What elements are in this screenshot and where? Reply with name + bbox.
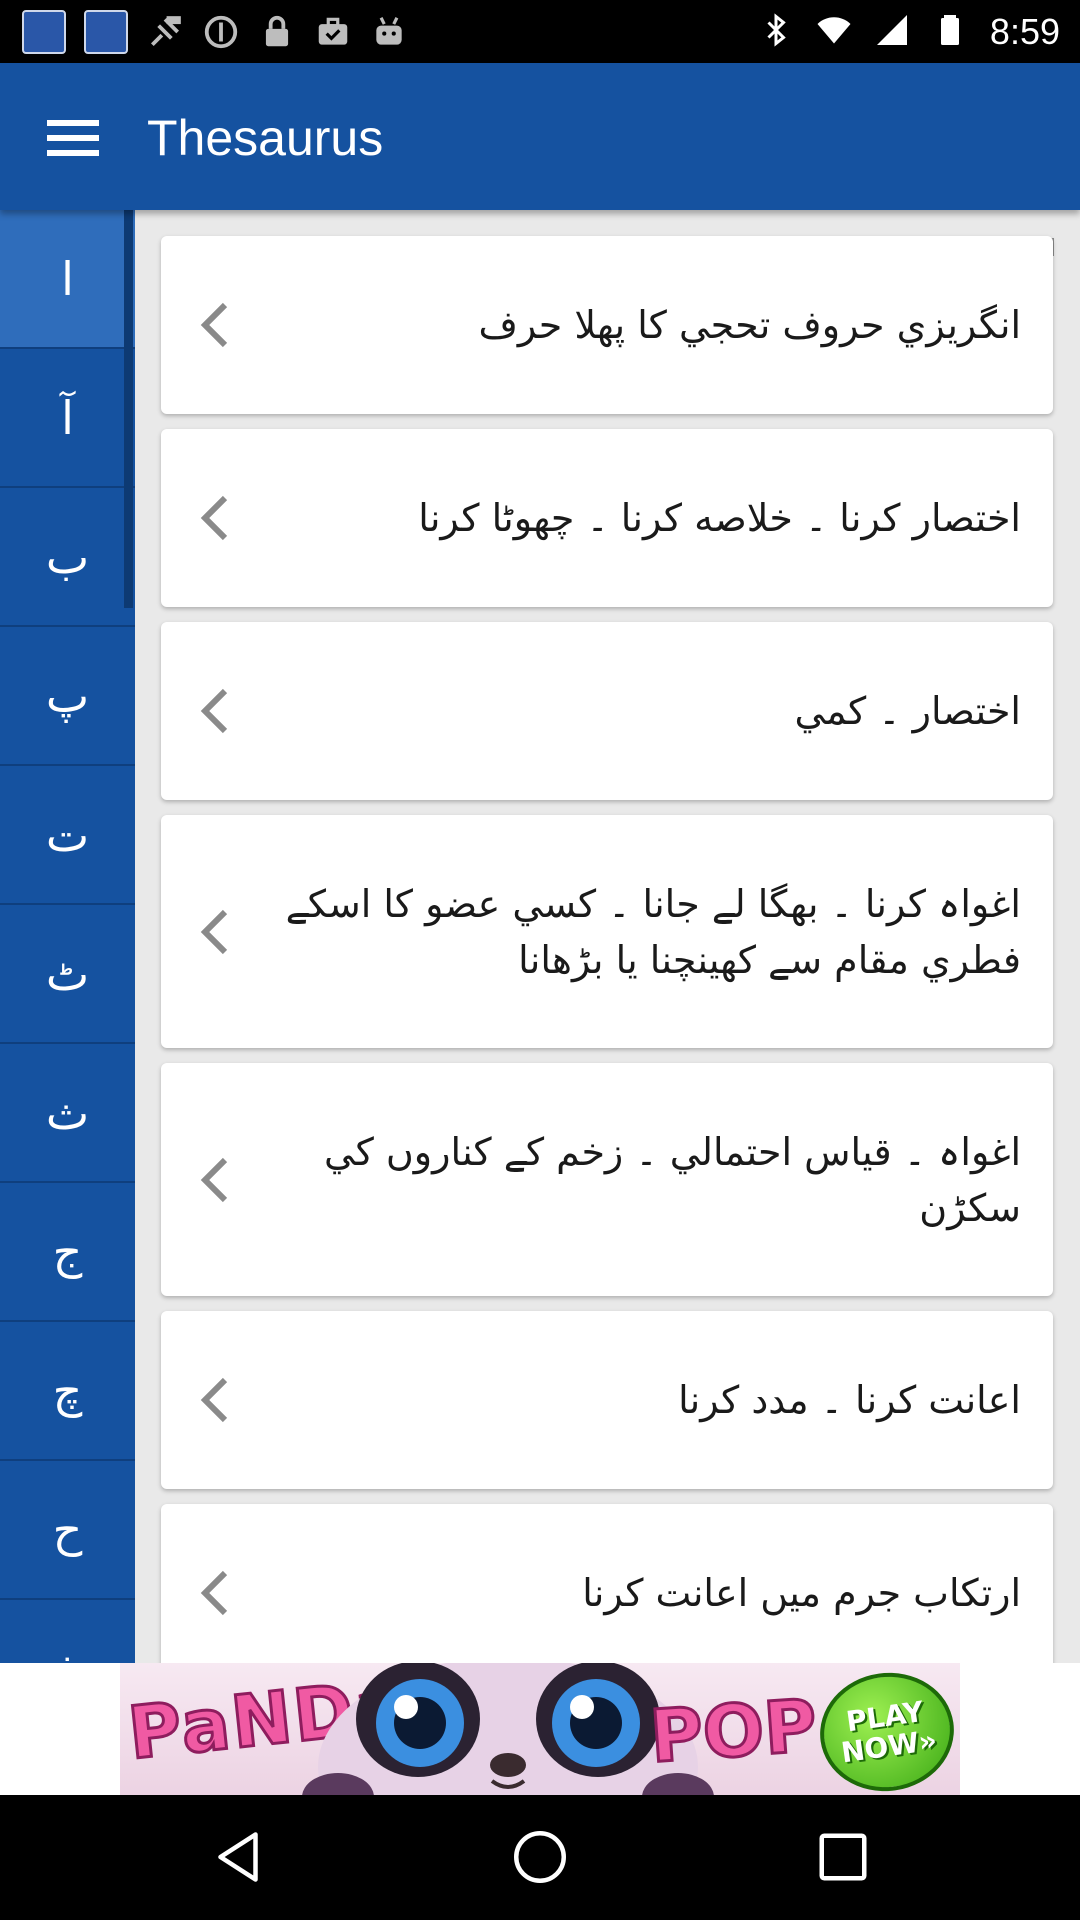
menu-icon xyxy=(46,120,99,156)
letter-item-alif[interactable]: ا xyxy=(0,210,135,349)
wifi-icon xyxy=(816,12,852,52)
entry-card[interactable]: انگريزي حروف تحجي کا پهلا حرف xyxy=(161,236,1053,414)
letter-item-tte[interactable]: ٹ xyxy=(0,905,135,1044)
entry-text: اعانت کرنا ۔ مدد کرنا xyxy=(678,1378,1021,1422)
dictionary-app-icon xyxy=(22,9,66,54)
letter-item-che[interactable]: چ xyxy=(0,1322,135,1461)
chevron-left-icon xyxy=(195,902,235,962)
entry-text: اغواہ کرنا ۔ بھگا لے جانا ۔ کسي عضو کا ا… xyxy=(285,881,1021,982)
ad-area: PaNDa POP PLAY NOW» xyxy=(0,1663,1080,1795)
bluetooth-icon xyxy=(758,12,794,52)
battery-icon xyxy=(932,12,968,52)
entry-text: اختصار ۔ کمي xyxy=(794,689,1021,733)
chevron-left-icon xyxy=(195,295,235,355)
entry-card[interactable]: اغواہ ۔ قياس احتمالي ۔ زخم کے کناروں کي … xyxy=(161,1063,1053,1296)
ad-title-right: POP xyxy=(646,1682,821,1780)
signal-icon xyxy=(874,12,910,52)
notification-icons xyxy=(22,9,408,54)
letter-item-te[interactable]: ت xyxy=(0,766,135,905)
chevron-left-icon xyxy=(195,1370,235,1430)
entry-card[interactable]: ارتکاب جرم ميں اعانت کرنا xyxy=(161,1504,1053,1663)
home-button[interactable] xyxy=(510,1827,570,1887)
menu-button[interactable] xyxy=(40,108,105,168)
letter-item-be[interactable]: ب xyxy=(0,488,135,627)
letter-item-he[interactable]: ح xyxy=(0,1461,135,1600)
letter-index-scrollbar[interactable] xyxy=(124,210,133,608)
fake-gps-icon xyxy=(146,13,184,51)
home-icon xyxy=(514,1831,566,1883)
recents-button[interactable] xyxy=(813,1827,873,1887)
back-icon xyxy=(218,1832,258,1882)
entry-card[interactable]: اغواہ کرنا ۔ بھگا لے جانا ۔ کسي عضو کا ا… xyxy=(161,815,1053,1048)
recents-icon xyxy=(819,1833,867,1881)
letter-item-se[interactable]: ث xyxy=(0,1044,135,1183)
dictionary-app-icon xyxy=(84,9,128,54)
letter-item-pe[interactable]: پ xyxy=(0,627,135,766)
letter-item-alif-madda[interactable]: آ xyxy=(0,349,135,488)
chevron-left-icon xyxy=(195,681,235,741)
entry-card[interactable]: اختصار ۔ کمي xyxy=(161,622,1053,800)
page-title: Thesaurus xyxy=(147,110,384,166)
android-icon xyxy=(370,13,408,51)
letter-item-jeem[interactable]: ج xyxy=(0,1183,135,1322)
entry-card[interactable]: اختصار کرنا ۔ خلاصه کرنا ۔ چھوٹا کرنا xyxy=(161,429,1053,607)
entry-text: ارتکاب جرم ميں اعانت کرنا xyxy=(582,1571,1021,1615)
chevron-left-icon xyxy=(195,1150,235,1210)
system-icons: 8:59 xyxy=(758,0,1060,63)
status-bar: 8:59 xyxy=(0,0,1080,63)
info-icon xyxy=(202,13,240,51)
entry-text: انگريزي حروف تحجي کا پهلا حرف xyxy=(478,303,1021,347)
entry-list[interactable]: انگريزي حروف تحجي کا پهلا حرف اختصار کرن… xyxy=(135,210,1080,1663)
play-now-button[interactable]: PLAY NOW» xyxy=(812,1664,960,1795)
briefcase-check-icon xyxy=(314,13,352,51)
lock-icon xyxy=(258,13,296,51)
navigation-bar xyxy=(0,1795,1080,1920)
entry-text: اغواہ ۔ قياس احتمالي ۔ زخم کے کناروں کي … xyxy=(324,1129,1021,1230)
ad-banner[interactable]: PaNDa POP PLAY NOW» xyxy=(120,1663,960,1795)
chevron-left-icon xyxy=(195,1563,235,1623)
chevron-left-icon xyxy=(195,488,235,548)
letter-index[interactable]: ا آ ب پ ت ٹ ث ج چ ح خ xyxy=(0,210,135,1663)
entry-card[interactable]: اعانت کرنا ۔ مدد کرنا xyxy=(161,1311,1053,1489)
entry-text: اختصار کرنا ۔ خلاصه کرنا ۔ چھوٹا کرنا xyxy=(418,496,1021,540)
back-button[interactable] xyxy=(208,1827,268,1887)
clock: 8:59 xyxy=(989,10,1060,52)
letter-item-khe[interactable]: خ xyxy=(0,1600,135,1664)
app-bar: Thesaurus xyxy=(0,63,1080,210)
